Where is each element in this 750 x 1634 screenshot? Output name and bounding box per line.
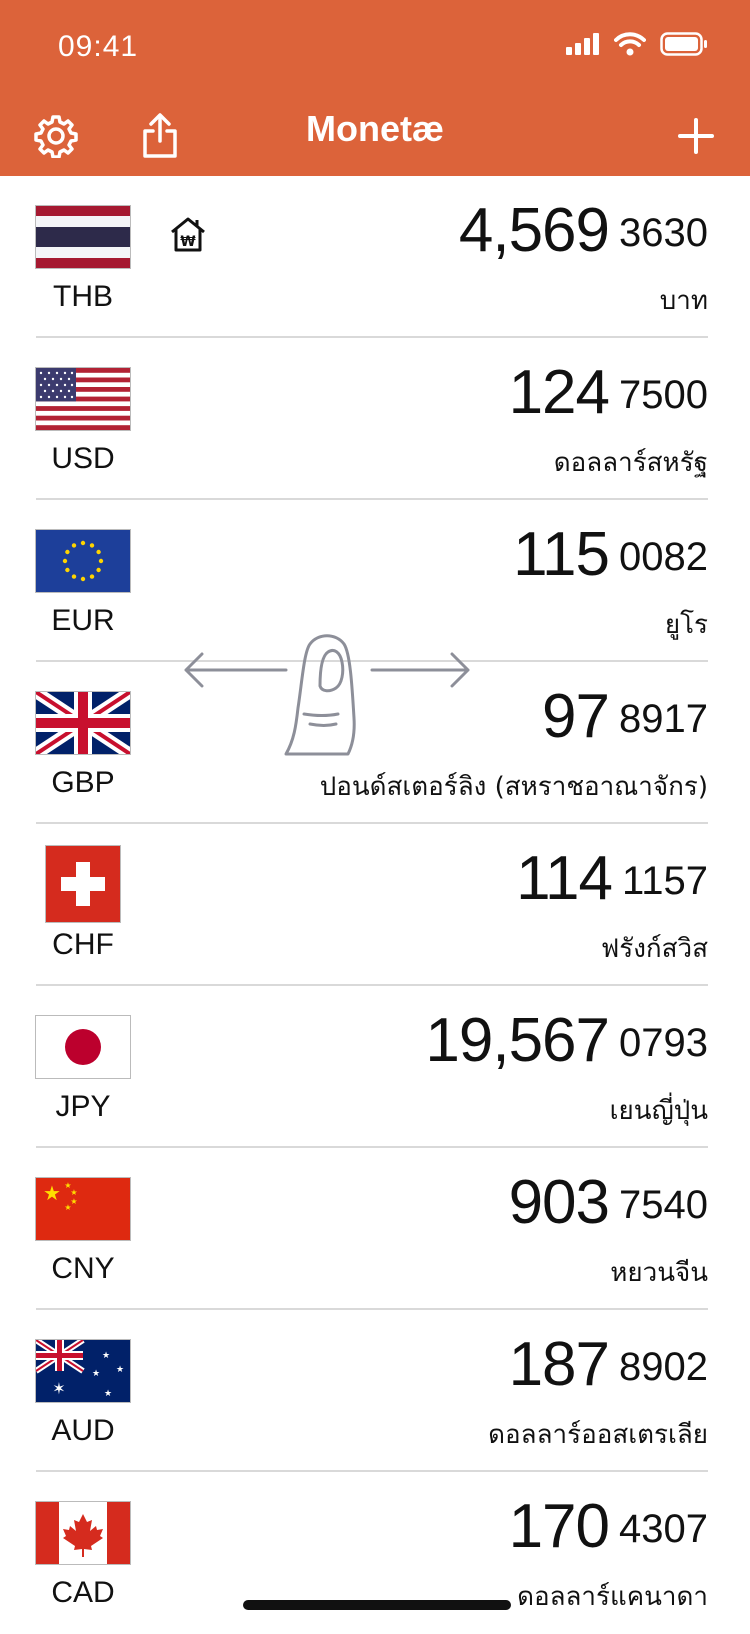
currency-name: ดอลลาร์แคนาดา	[517, 1582, 708, 1612]
amount-integer: 97	[542, 682, 610, 751]
nav-header: 09:41 Monetæ	[0, 0, 750, 176]
usa-flag	[36, 368, 130, 430]
currency-code: EUR	[51, 604, 115, 637]
amount-integer: 187	[508, 1330, 610, 1399]
status-time: 09:41	[58, 30, 139, 63]
svg-text:₩: ₩	[180, 234, 196, 250]
currency-row-thb[interactable]: ₩ THB 4,569 3630 บาท	[0, 176, 750, 338]
amount-integer: 115	[513, 520, 610, 589]
eu-flag	[36, 530, 130, 592]
currency-name: หยวนจีน	[610, 1258, 708, 1288]
svg-text:★: ★	[104, 1389, 112, 1399]
thailand-flag	[36, 206, 130, 268]
currency-code: JPY	[55, 1090, 111, 1123]
amount-integer: 170	[508, 1492, 610, 1561]
amount-integer: 124	[508, 358, 610, 427]
currency-row-chf[interactable]: CHF 114 1157 ฟรังก์สวิส	[0, 824, 750, 986]
svg-text:★: ★	[116, 1365, 124, 1375]
currency-name: บาท	[659, 286, 708, 316]
currency-code: CAD	[51, 1576, 115, 1609]
currency-amount: 170 4307	[509, 1492, 708, 1562]
currency-code: USD	[51, 442, 115, 475]
canada-flag	[36, 1502, 130, 1564]
home-indicator[interactable]	[243, 1600, 511, 1610]
currency-amount: 19,567 0793	[425, 1006, 708, 1076]
currency-amount: 114 1157	[516, 844, 708, 914]
home-base-icon: ₩	[171, 217, 205, 252]
currency-amount: 903 7540	[509, 1168, 708, 1238]
amount-fraction: 1157	[621, 859, 708, 903]
amount-integer: 114	[516, 844, 613, 913]
amount-fraction: 0082	[619, 535, 708, 579]
currency-amount: 124 7500	[509, 358, 708, 428]
australia-flag: ✶ ★ ★ ★ ★	[36, 1340, 130, 1402]
amount-fraction: 3630	[619, 211, 708, 255]
amount-fraction: 8902	[619, 1345, 708, 1389]
japan-flag	[36, 1016, 130, 1078]
currency-name: ปอนด์สเตอร์ลิง (สหราชอาณาจักร)	[319, 772, 708, 802]
currency-code: CHF	[52, 928, 114, 961]
currency-name: ดอลลาร์สหรัฐ	[553, 448, 708, 478]
currency-name: เยนญี่ปุ่น	[609, 1096, 708, 1126]
currency-name: ฟรังก์สวิส	[600, 934, 708, 964]
add-currency-button[interactable]	[672, 112, 720, 160]
switzerland-flag	[46, 846, 120, 922]
currency-row-aud[interactable]: ✶ ★ ★ ★ ★ AUD 187 8902 ดอลลาร์ออสเตรเลีย	[0, 1310, 750, 1472]
amount-fraction: 0793	[619, 1021, 708, 1065]
china-flag: ★ ★ ★ ★ ★	[36, 1178, 130, 1240]
amount-integer: 4,569	[458, 196, 610, 265]
svg-text:✶: ✶	[52, 1379, 65, 1398]
currency-row-cny[interactable]: ★ ★ ★ ★ ★ CNY 903 7540 หยวนจีน	[0, 1148, 750, 1310]
swipe-gesture-icon	[184, 634, 470, 756]
currency-amount: 97 8917	[542, 682, 708, 752]
currency-code: CNY	[51, 1252, 115, 1285]
wifi-icon	[614, 32, 646, 56]
currency-amount: 4,569 3630	[459, 196, 708, 266]
svg-text:★: ★	[102, 1351, 110, 1361]
currency-amount: 115 0082	[513, 520, 708, 590]
amount-fraction: 7540	[619, 1183, 708, 1227]
currency-code: THB	[53, 280, 113, 313]
currency-amount: 187 8902	[509, 1330, 708, 1400]
currency-row-usd[interactable]: USD 124 7500 ดอลลาร์สหรัฐ	[0, 338, 750, 500]
battery-icon	[660, 32, 707, 56]
svg-text:★: ★	[64, 1203, 71, 1212]
status-icons	[566, 32, 708, 56]
svg-text:★: ★	[70, 1188, 77, 1197]
amount-integer: 903	[508, 1168, 610, 1237]
amount-fraction: 8917	[619, 697, 708, 741]
currency-name: ยูโร	[664, 610, 708, 640]
plus-icon	[678, 118, 714, 154]
signal-icon	[566, 33, 599, 55]
currency-code: AUD	[51, 1414, 115, 1447]
currency-code: GBP	[51, 766, 115, 799]
page-title: Monetæ	[306, 108, 444, 149]
currency-row-jpy[interactable]: JPY 19,567 0793 เยนญี่ปุ่น	[0, 986, 750, 1148]
uk-flag	[36, 692, 130, 754]
svg-text:★: ★	[92, 1369, 100, 1379]
currency-name: ดอลลาร์ออสเตรเลีย	[488, 1420, 708, 1450]
amount-integer: 19,567	[425, 1006, 610, 1075]
amount-fraction: 7500	[619, 373, 708, 417]
currency-list: ₩ THB 4,569 3630 บาท USD 124 7500 ดอลลาร…	[0, 176, 750, 1634]
svg-text:★: ★	[43, 1181, 61, 1205]
amount-fraction: 4307	[619, 1507, 708, 1551]
